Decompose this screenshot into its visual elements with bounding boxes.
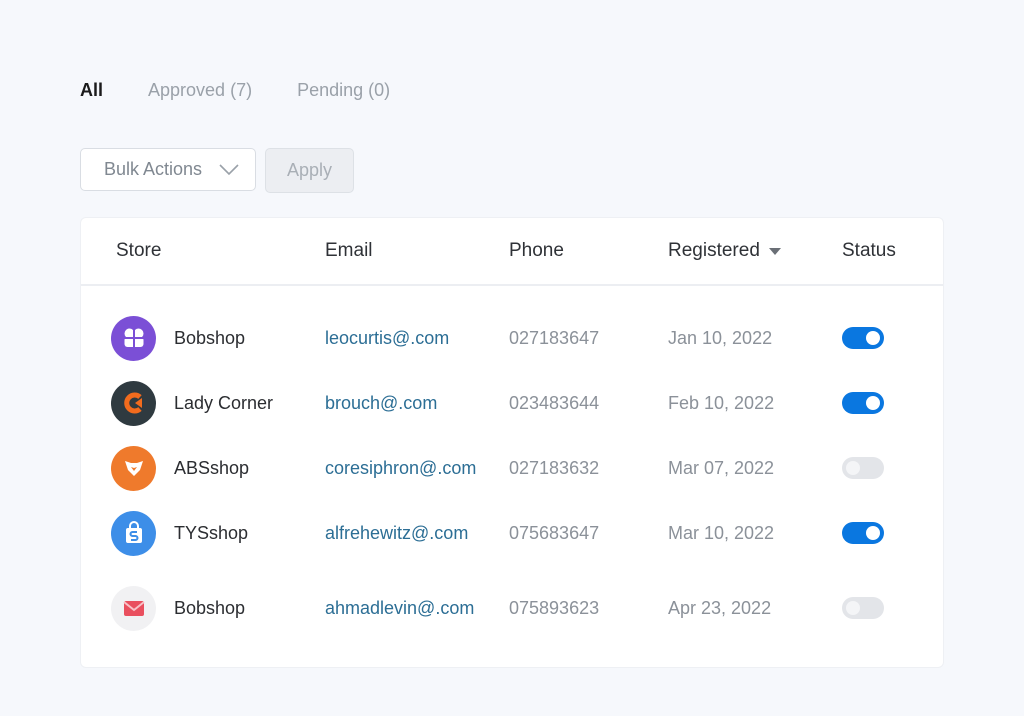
table-row: ABSshop coresiphron@.com 027183632 Mar 0… [81,438,943,498]
store-email-link[interactable]: leocurtis@.com [325,308,449,368]
stores-table: Store Email Phone Registered Status Bobs… [80,217,944,668]
column-header-status: Status [842,240,896,261]
bulk-actions-dropdown[interactable]: Bulk Actions [80,148,256,191]
registered-date: Apr 23, 2022 [668,597,772,618]
toggle-knob [866,396,880,410]
column-header-phone: Phone [509,240,564,261]
toggle-knob [866,526,880,540]
status-cell [842,308,884,368]
store-name: Bobshop [174,327,246,348]
bobshop-purple-logo-icon [111,315,156,361]
store-name: ABSshop [174,457,250,478]
toggle-knob [846,461,860,475]
bulk-actions-bar: Bulk Actions Apply [80,148,354,193]
store-phone: 023483644 [509,392,600,413]
status-toggle[interactable] [842,597,884,619]
column-header-store: Store [116,240,162,261]
status-cell [842,578,884,638]
store-email-link[interactable]: coresiphron@.com [325,438,476,498]
store-name: Bobshop [174,597,246,618]
status-toggle[interactable] [842,392,884,414]
registered-date: Mar 10, 2022 [668,522,775,543]
store-cell: Lady Corner [111,373,273,433]
status-toggle[interactable] [842,522,884,544]
store-phone: 027183647 [509,327,600,348]
store-cell: TYSshop [111,503,248,563]
store-name: Lady Corner [174,392,274,413]
store-phone: 075683647 [509,522,600,543]
toggle-knob [866,331,880,345]
column-header-registered-label: Registered [668,240,760,261]
tab-approved[interactable]: Approved (7) [148,80,252,101]
store-name: TYSshop [174,522,249,543]
table-row: Lady Corner brouch@.com 023483644 Feb 10… [81,373,943,433]
tab-pending[interactable]: Pending (0) [297,80,390,101]
status-cell [842,503,884,563]
registered-date: Feb 10, 2022 [668,392,775,413]
registered-date: Mar 07, 2022 [668,457,775,478]
table-row: Bobshop leocurtis@.com 027183647 Jan 10,… [81,308,943,368]
status-cell [842,373,884,433]
status-toggle[interactable] [842,327,884,349]
lady-corner-logo-icon [111,380,156,426]
store-email-link[interactable]: brouch@.com [325,373,437,433]
table-row: Bobshop ahmadlevin@.com 075893623 Apr 23… [81,578,943,638]
toggle-knob [846,601,860,615]
bulk-actions-label: Bulk Actions [104,159,203,179]
status-toggle[interactable] [842,457,884,479]
sort-caret-down-icon[interactable] [768,247,781,255]
table-header: Store Email Phone Registered Status [81,218,943,286]
store-cell: Bobshop [111,578,245,638]
bobshop-envelope-logo-icon [111,585,156,631]
store-cell: ABSshop [111,438,249,498]
store-email-link[interactable]: alfrehewitz@.com [325,503,468,563]
tab-all[interactable]: All [80,80,103,101]
status-tabs: All Approved (7) Pending (0) [80,78,435,102]
store-email-link[interactable]: ahmadlevin@.com [325,578,474,638]
store-phone: 075893623 [509,597,600,618]
tysshop-bag-logo-icon [111,510,156,556]
store-cell: Bobshop [111,308,245,368]
column-header-email: Email [325,240,373,261]
table-row: TYSshop alfrehewitz@.com 075683647 Mar 1… [81,503,943,563]
registered-date: Jan 10, 2022 [668,327,773,348]
apply-button[interactable]: Apply [265,148,354,193]
status-cell [842,438,884,498]
chevron-down-icon [219,163,239,176]
absshop-fox-logo-icon [111,445,156,491]
column-header-registered[interactable]: Registered [668,218,781,284]
store-phone: 027183632 [509,457,600,478]
